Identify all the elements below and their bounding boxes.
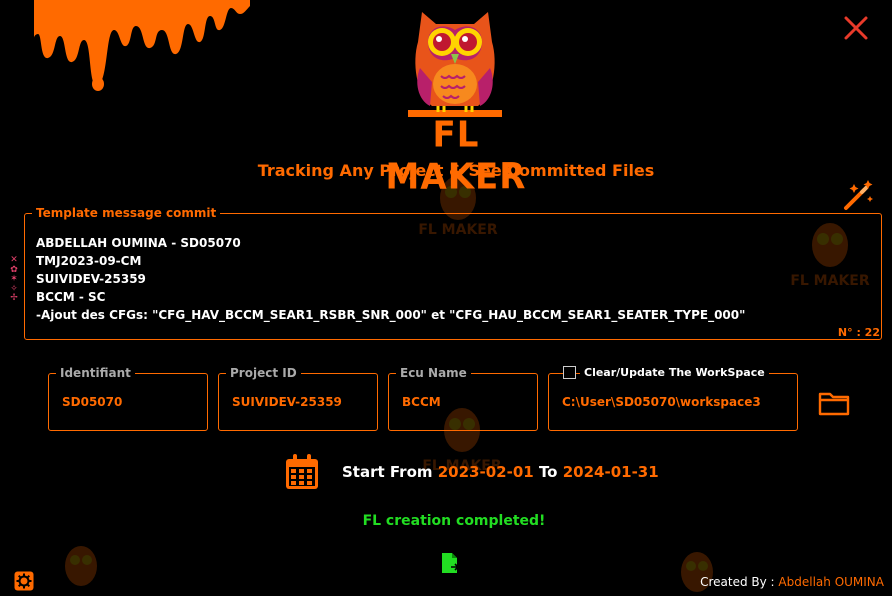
template-legend: Template message commit	[32, 206, 221, 220]
clear-workspace-checkbox[interactable]	[563, 366, 576, 379]
ecu-name-input[interactable]	[400, 394, 534, 410]
author-name: Abdellah OUMINA	[778, 575, 884, 589]
template-line: TMJ2023-09-CM	[36, 254, 142, 268]
magic-wand-icon[interactable]	[842, 178, 876, 212]
start-date[interactable]: 2023-02-01	[438, 463, 534, 481]
to-label: To	[538, 463, 558, 481]
template-line: SUIVIDEV-25359	[36, 272, 146, 286]
close-icon[interactable]	[842, 14, 870, 42]
date-range: Start From 2023-02-01 To 2024-01-31	[342, 463, 659, 481]
app-subtitle: Tracking Any Project & See Committed Fil…	[257, 161, 655, 180]
file-export-icon[interactable]	[440, 552, 460, 574]
start-from-label: Start From	[342, 463, 433, 481]
created-by-label: Created By :	[700, 575, 775, 589]
brand-title: FL MAKER	[385, 114, 527, 198]
credits: Created By : Abdellah OUMINA	[660, 575, 884, 589]
calendar-icon[interactable]	[284, 453, 320, 491]
paint-drip-decoration	[34, 0, 250, 91]
sparkle-icon: ✕ ✿ ✶ ✧ ✢	[10, 255, 18, 303]
end-date[interactable]: 2024-01-31	[563, 463, 659, 481]
template-line: -Ajout des CFGs: "CFG_HAV_BCCM_SEAR1_RSB…	[36, 308, 746, 322]
project-id-label: Project ID	[226, 366, 301, 380]
owl-logo	[408, 12, 502, 117]
workspace-path-input[interactable]	[560, 394, 796, 410]
gear-icon[interactable]	[14, 571, 34, 591]
status-message: FL creation completed!	[362, 513, 546, 529]
template-message-text[interactable]: ABDELLAH OUMINA - SD05070 TMJ2023-09-CM …	[36, 234, 856, 324]
clear-workspace-label: Clear/Update The WorkSpace	[580, 366, 769, 379]
identifiant-input[interactable]	[60, 394, 204, 410]
ecu-name-label: Ecu Name	[396, 366, 471, 380]
identifiant-label: Identifiant	[56, 366, 135, 380]
commit-counter: N° : 22	[837, 326, 880, 339]
folder-icon[interactable]	[818, 390, 850, 416]
watermark-owl	[65, 546, 97, 586]
project-id-input[interactable]	[230, 394, 374, 410]
template-line: ABDELLAH OUMINA - SD05070	[36, 236, 241, 250]
template-line: BCCM - SC	[36, 290, 106, 304]
